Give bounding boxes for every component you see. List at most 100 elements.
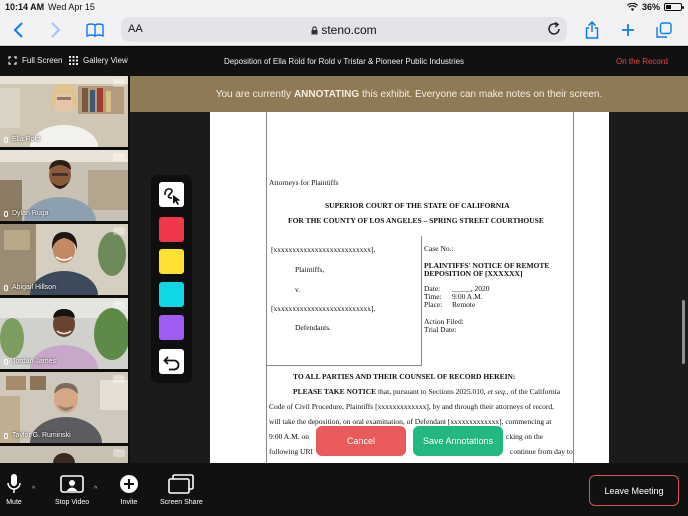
mute-options-chevron-icon[interactable]: ^ — [32, 486, 35, 493]
full-screen-label: Full Screen — [22, 56, 63, 65]
share-icon — [585, 21, 599, 39]
doc-party2: [xxxxxxxxxxxxxxxxxxxxxxxxxx], — [271, 304, 376, 313]
doc-attorneys: Attorneys for Plaintiffs — [269, 178, 339, 187]
save-annotations-button[interactable]: Save Annotations — [413, 426, 503, 456]
participant-tile[interactable]: ··· Jordan James — [0, 298, 128, 369]
browser-toolbar: AA steno.com — [0, 14, 688, 46]
banner-suffix: this exhibit. Everyone can make notes on… — [362, 88, 603, 100]
cancel-button[interactable]: Cancel — [316, 426, 406, 456]
participant-more-button[interactable]: ··· — [113, 448, 125, 457]
meeting-top-bar: Full Screen Gallery View Deposition of E… — [0, 47, 688, 76]
participant-name: Abigail Hillson — [12, 284, 56, 291]
participant-name-tag: Taylor G. Ruminski — [4, 432, 71, 439]
participant-tile[interactable]: ··· Ella Rold — [0, 76, 128, 147]
banner-prefix: You are currently — [215, 88, 291, 100]
participant-more-button[interactable]: ··· — [113, 374, 125, 383]
doc-body-line4a: 9:00 A.M. on — [269, 432, 310, 441]
participant-tile[interactable]: ··· Abigail Hillson — [0, 224, 128, 295]
doc-to-all: TO ALL PARTIES AND THEIR COUNSEL OF RECO… — [293, 372, 516, 381]
app-root: 10:14 AM Wed Apr 15 36% AA steno.com Ful… — [0, 0, 688, 516]
video-options-chevron-icon[interactable]: ^ — [94, 486, 97, 493]
expand-icon — [8, 56, 17, 65]
share-button[interactable] — [581, 19, 603, 41]
gallery-view-label: Gallery View — [83, 56, 128, 65]
participant-more-button[interactable]: ··· — [113, 152, 125, 161]
annotation-toolbar — [151, 175, 192, 383]
screen-share-icon-wrap — [168, 473, 195, 495]
exhibit-document[interactable]: Attorneys for Plaintiffs SUPERIOR COURT … — [210, 112, 609, 463]
doc-v: v. — [295, 285, 301, 294]
color-swatch-cyan[interactable] — [159, 282, 184, 307]
full-screen-button[interactable]: Full Screen — [8, 56, 62, 65]
participant-more-button[interactable]: ··· — [113, 226, 125, 235]
status-bar: 10:14 AM Wed Apr 15 36% — [0, 0, 688, 14]
color-swatch-yellow[interactable] — [159, 249, 184, 274]
undo-button[interactable] — [159, 349, 184, 374]
doc-body1a: PLEASE TAKE NOTICE — [293, 387, 377, 396]
participant-name-tag: Dylan Ruga — [4, 210, 49, 217]
doc-plaintiffs: Plaintiffs, — [295, 265, 325, 274]
invite-label: Invite — [120, 499, 138, 506]
mute-button[interactable]: Mute — [6, 473, 22, 506]
screen-share-button[interactable]: Screen Share — [160, 473, 203, 506]
gallery-view-button[interactable]: Gallery View — [69, 56, 128, 65]
stop-video-label: Stop Video — [55, 499, 90, 506]
reload-button[interactable] — [546, 21, 562, 37]
participant-name: Taylor G. Ruminski — [12, 432, 71, 439]
record-status: On the Record — [615, 57, 668, 66]
forward-button[interactable] — [44, 19, 66, 41]
doc-body1d: , of the California — [506, 387, 561, 396]
plus-circle-icon — [120, 475, 138, 493]
color-swatch-purple[interactable] — [159, 315, 184, 340]
invite-button[interactable]: Invite — [119, 473, 139, 506]
doc-body-line1: PLEASE TAKE NOTICE that, pursuant to Sec… — [293, 387, 560, 396]
stop-video-button[interactable]: Stop Video — [55, 473, 89, 506]
participant-more-button[interactable]: ··· — [113, 300, 125, 309]
wifi-icon — [626, 3, 638, 11]
bookmarks-button[interactable] — [84, 19, 106, 41]
leave-meeting-button[interactable]: Leave Meeting — [589, 475, 679, 506]
doc-defendants: Defendants. — [295, 323, 332, 332]
participant-tile[interactable]: ··· Dylan Ruga — [0, 150, 128, 221]
mic-icon — [4, 136, 8, 143]
battery-percent: 36% — [641, 2, 660, 12]
microphone-icon — [7, 474, 21, 493]
doc-notice-line2: DEPOSITION OF [XXXXXX] — [424, 269, 523, 278]
meeting-title: Deposition of Ella Rold for Rold v Trist… — [223, 57, 465, 66]
pen-cursor-icon — [163, 187, 180, 205]
mute-label: Mute — [6, 499, 22, 506]
pen-tool-button[interactable] — [159, 182, 184, 207]
color-swatch-red[interactable] — [159, 217, 184, 242]
new-tab-button[interactable] — [617, 19, 639, 41]
video-icon-wrap — [60, 473, 84, 495]
annotating-banner: You are currently ANNOTATING this exhibi… — [130, 76, 688, 112]
video-camera-icon — [60, 475, 84, 493]
mic-icon — [4, 210, 8, 217]
reload-icon — [548, 21, 560, 35]
participant-tile[interactable]: ··· Taylor G. Ruminski — [0, 372, 128, 443]
participant-list: ··· Ella Rold ··· Dylan Ruga ··· Abigail… — [0, 76, 130, 463]
doc-body1b: that, pursuant to Sections 2025.010, — [376, 387, 488, 396]
participant-more-button[interactable]: ··· — [113, 78, 125, 87]
caption-box — [266, 236, 422, 366]
participant-name-tag: Jordan James — [4, 358, 56, 365]
undo-icon — [162, 355, 179, 370]
status-date: Wed Apr 15 — [48, 2, 95, 12]
participant-name: Ella Rold — [12, 136, 41, 143]
mute-icon-wrap — [6, 473, 22, 495]
invite-icon-wrap — [119, 473, 139, 495]
doc-body-line3: will take the deposition, on oral examin… — [269, 417, 552, 426]
doc-body1c: et seq. — [487, 387, 507, 396]
back-button[interactable] — [8, 19, 30, 41]
participant-name: Dylan Ruga — [12, 210, 49, 217]
doc-body-line4b: cking on the — [506, 432, 544, 441]
tabs-button[interactable] — [653, 19, 675, 41]
document-scrollbar[interactable] — [682, 300, 685, 364]
banner-mode: ANNOTATING — [293, 88, 360, 100]
participant-tile[interactable]: ··· — [0, 446, 128, 463]
url-text: steno.com — [321, 23, 377, 37]
address-bar[interactable]: AA steno.com — [121, 17, 567, 42]
chevron-right-icon — [51, 22, 61, 38]
participant-name-tag: Abigail Hillson — [4, 284, 56, 291]
url-display[interactable]: steno.com — [121, 23, 567, 37]
